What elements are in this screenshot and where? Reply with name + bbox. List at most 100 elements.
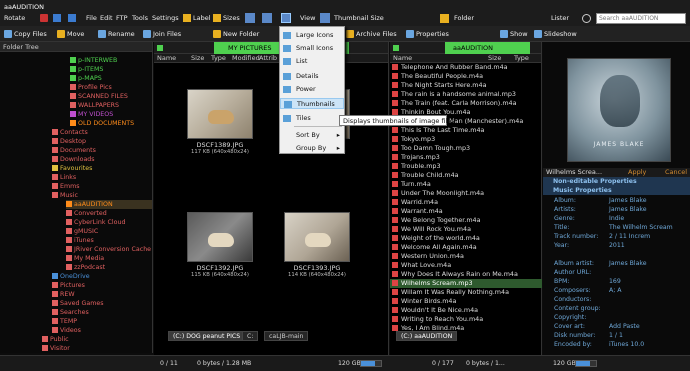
- property-row[interactable]: Author URL:: [543, 268, 690, 277]
- menu-file[interactable]: File: [86, 11, 97, 25]
- file-row[interactable]: Turn.m4a: [390, 180, 542, 189]
- menu-item-large-icons[interactable]: Large Icons: [280, 30, 344, 41]
- copy-files-button[interactable]: Copy Files: [4, 29, 47, 39]
- move-button[interactable]: Move: [57, 29, 84, 39]
- tree-item[interactable]: aaAUDITION: [66, 200, 152, 209]
- tree-item[interactable]: OneDrive: [52, 272, 152, 281]
- file-row[interactable]: Trouble Child.m4a: [390, 171, 542, 180]
- search-input[interactable]: [596, 13, 686, 24]
- tree-item[interactable]: Profile Pics: [70, 83, 152, 92]
- new-folder-button[interactable]: New Folder: [213, 29, 259, 39]
- sizes-button[interactable]: Sizes: [223, 11, 240, 25]
- rename-button[interactable]: Rename: [98, 29, 135, 39]
- property-row[interactable]: Album: James Blake: [543, 196, 690, 205]
- property-row[interactable]: Artists: James Blake: [543, 205, 690, 214]
- menu-item-power[interactable]: Power: [280, 84, 344, 95]
- file-row[interactable]: Warrid.m4a: [390, 198, 542, 207]
- tree-item[interactable]: Desktop: [52, 137, 152, 146]
- property-row[interactable]: Year: 2011: [543, 241, 690, 250]
- col-type[interactable]: Type: [211, 54, 226, 63]
- col-size[interactable]: Size: [488, 54, 501, 63]
- col-size[interactable]: Size: [191, 54, 204, 63]
- property-row[interactable]: Disk number: 1 / 1: [543, 331, 690, 340]
- tree-item[interactable]: CyberLink Cloud: [66, 218, 152, 227]
- tree-item[interactable]: MY VIDEOS: [70, 110, 152, 119]
- menu-edit[interactable]: Edit: [100, 11, 113, 25]
- file-row[interactable]: Warrant.m4a: [390, 207, 542, 216]
- tab-aaaudition[interactable]: (C:) aaAUDITION: [396, 331, 458, 341]
- tree-item[interactable]: Converted: [66, 209, 152, 218]
- file-row[interactable]: Weight of the world.m4a: [390, 234, 542, 243]
- col-type[interactable]: Type: [514, 54, 529, 63]
- file-row[interactable]: The Beautiful People.m4a: [390, 72, 542, 81]
- property-row[interactable]: Album artist: James Blake: [543, 259, 690, 268]
- tree-item[interactable]: Documents: [52, 146, 152, 155]
- label-button[interactable]: Label: [193, 11, 211, 25]
- list-view-icon[interactable]: [262, 13, 272, 23]
- menu-item-small-icons[interactable]: Small Icons: [280, 43, 344, 54]
- property-row[interactable]: Content group:: [543, 304, 690, 313]
- file-row[interactable]: Willam It Was Really Nothing.m4a: [390, 288, 542, 297]
- tree-item[interactable]: Contacts: [52, 128, 152, 137]
- file-row[interactable]: Trouble.mp3: [390, 162, 542, 171]
- menu-settings[interactable]: Settings: [152, 11, 179, 25]
- file-row[interactable]: What Love.m4a: [390, 261, 542, 270]
- tree-item[interactable]: gMUSIC: [66, 227, 152, 236]
- tree-item[interactable]: Links: [52, 173, 152, 182]
- tree-item[interactable]: Visitor: [42, 344, 152, 353]
- tree-item[interactable]: iTunes: [66, 236, 152, 245]
- nav-back-icon[interactable]: [53, 14, 61, 22]
- property-row[interactable]: Composers: A; A: [543, 286, 690, 295]
- lister-button[interactable]: Lister: [551, 11, 569, 25]
- menu-item-list[interactable]: List: [280, 56, 344, 67]
- menu-item-thumbnails[interactable]: Thumbnails: [280, 98, 344, 109]
- menu-tools[interactable]: Tools: [132, 11, 148, 25]
- view-mode-icon[interactable]: [281, 13, 291, 23]
- file-row[interactable]: Wouldn't It Be Nice.m4a: [390, 306, 542, 315]
- tree-item[interactable]: Saved Games: [52, 299, 152, 308]
- property-row[interactable]: BPM: 169: [543, 277, 690, 286]
- col-name[interactable]: Name: [393, 54, 412, 63]
- file-row[interactable]: We Will Rock You.m4a: [390, 225, 542, 234]
- tree-item[interactable]: TEMP: [52, 317, 152, 326]
- property-row[interactable]: Encoded by: iTunes 10.0: [543, 340, 690, 349]
- col-attrib[interactable]: Attrib: [259, 54, 277, 63]
- menu-item-group-by[interactable]: Group By ▸: [280, 143, 344, 154]
- tree-item[interactable]: WALLPAPERS: [70, 101, 152, 110]
- properties-button[interactable]: Properties: [406, 29, 449, 39]
- file-row[interactable]: Tokyo.mp3: [390, 135, 542, 144]
- file-row[interactable]: Too Damn Tough.mp3: [390, 144, 542, 153]
- file-list-path-breadcrumb[interactable]: aaAUDITION: [445, 42, 530, 54]
- slideshow-button[interactable]: Slideshow: [534, 29, 577, 39]
- tree-item[interactable]: My Media: [66, 254, 152, 263]
- property-row[interactable]: [543, 250, 690, 259]
- tree-item[interactable]: Downloads: [52, 155, 152, 164]
- col-name[interactable]: Name: [157, 54, 176, 63]
- tree-item[interactable]: SCANNED FILES: [70, 92, 152, 101]
- file-row[interactable]: Under The Moonlight.m4a: [390, 189, 542, 198]
- tree-item[interactable]: OLD DOCUMENTS: [70, 119, 152, 128]
- menu-item-sort-by[interactable]: Sort By ▸: [280, 130, 344, 141]
- menu-ftp[interactable]: FTP: [116, 11, 128, 25]
- file-row[interactable]: The rain is a handsome animal.mp3: [390, 90, 542, 99]
- file-row[interactable]: Trojans.mp3: [390, 153, 542, 162]
- thumbnail-item[interactable]: DSCF1389.JPG 117 KB (640x480x24): [174, 89, 266, 155]
- file-row[interactable]: Wilhelms Scream.mp3: [390, 279, 542, 288]
- file-row[interactable]: The Train (feat. Carla Morrison).m4a: [390, 99, 542, 108]
- menu-item-details[interactable]: Details: [280, 71, 344, 82]
- tree-item[interactable]: Pictures: [52, 281, 152, 290]
- file-row[interactable]: We Belong Together.m4a: [390, 216, 542, 225]
- tree-item[interactable]: REW: [52, 290, 152, 299]
- tree-item[interactable]: JRiver Conversion Cache: [66, 245, 152, 254]
- tree-item[interactable]: Videos: [52, 326, 152, 335]
- tree-item[interactable]: Emms: [52, 182, 152, 191]
- property-row[interactable]: Genre: Indie: [543, 214, 690, 223]
- file-row[interactable]: The Night Starts Here.m4a: [390, 81, 542, 90]
- music-properties-section[interactable]: Music Properties: [543, 186, 690, 195]
- tree-item[interactable]: Favourites: [52, 164, 152, 173]
- tree-item[interactable]: p-MAPS: [70, 74, 152, 83]
- view-button[interactable]: View: [300, 11, 315, 25]
- file-row[interactable]: Winter Birds.m4a: [390, 297, 542, 306]
- archive-files-button[interactable]: Archive Files: [346, 29, 397, 39]
- tab-caljb-main[interactable]: caLJB-main: [264, 331, 309, 341]
